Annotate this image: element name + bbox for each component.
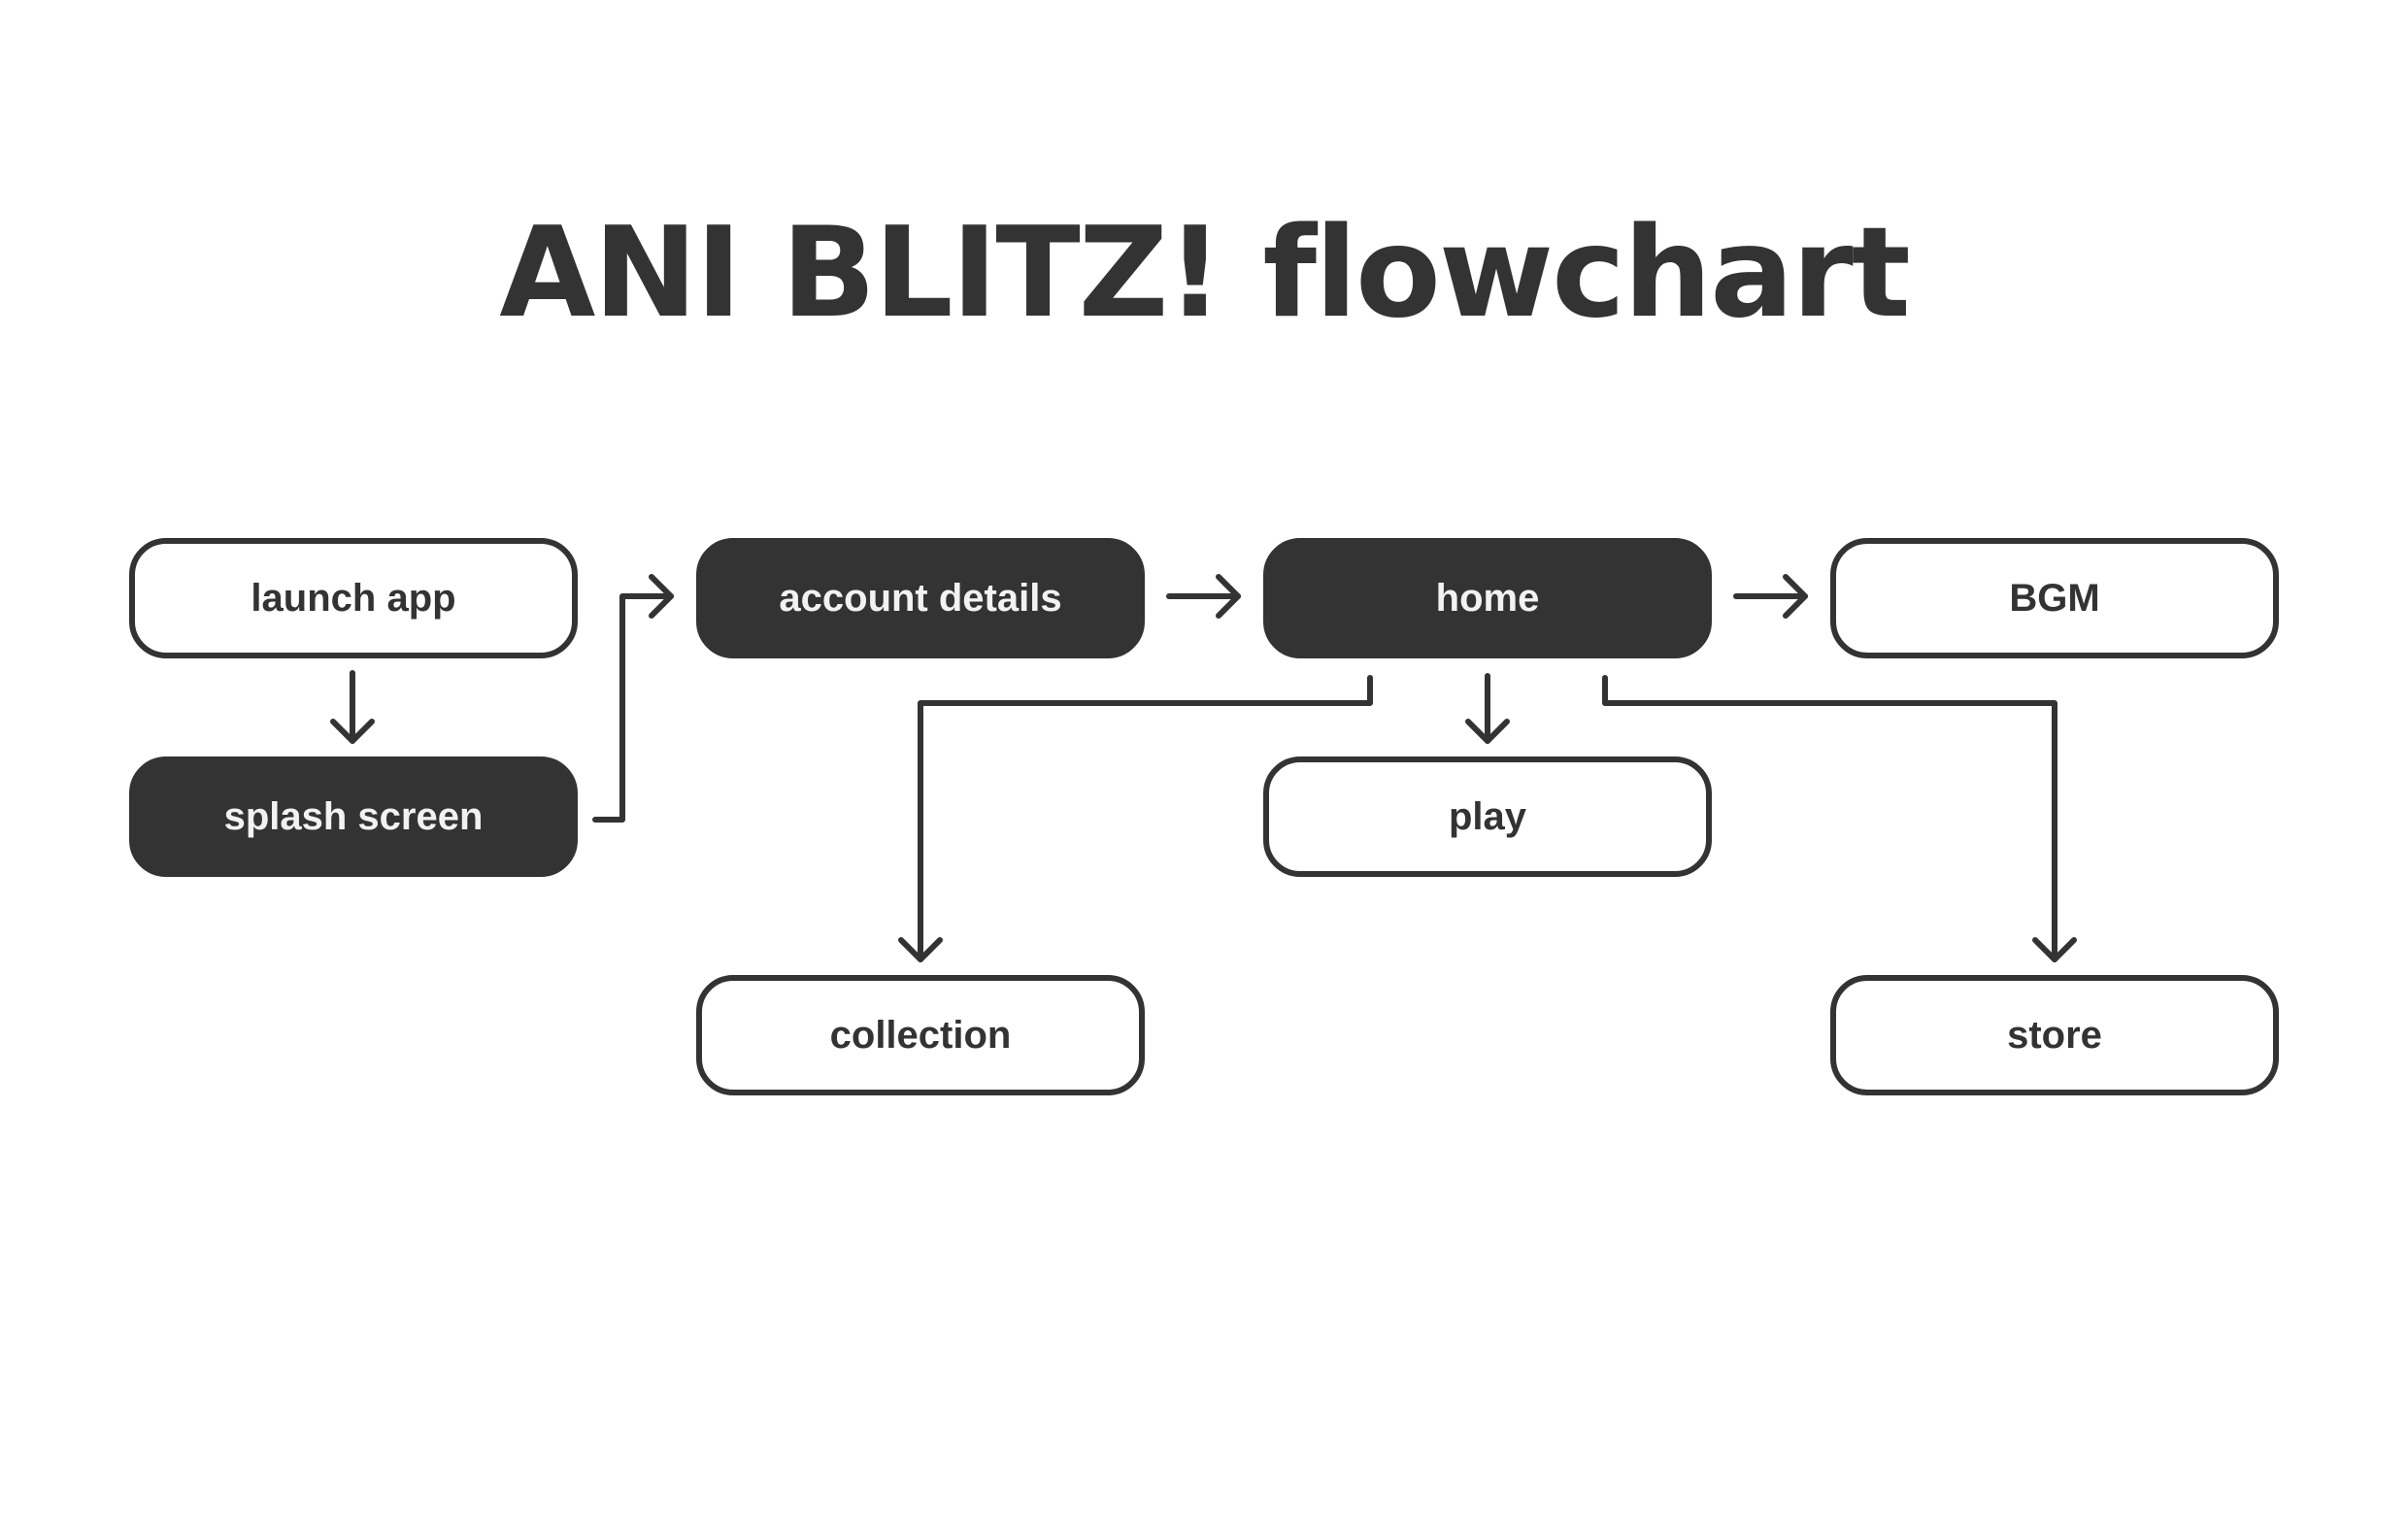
- node-play[interactable]: play: [1263, 756, 1712, 877]
- node-collection[interactable]: collection: [696, 975, 1145, 1095]
- node-label: store: [2007, 1013, 2102, 1057]
- node-account-details[interactable]: account details: [696, 538, 1145, 658]
- node-splash-screen[interactable]: splash screen: [129, 756, 578, 877]
- edge-home-to-bgm: [1733, 574, 1808, 619]
- node-bgm[interactable]: BGM: [1830, 538, 2279, 658]
- edge-splash-to-account: [592, 574, 674, 823]
- edge-account-to-home: [1166, 574, 1241, 619]
- node-label: collection: [829, 1013, 1012, 1057]
- node-store[interactable]: store: [1830, 975, 2279, 1095]
- edge-home-to-play: [1465, 673, 1510, 744]
- node-label: home: [1435, 576, 1540, 620]
- node-label: BGM: [2009, 576, 2100, 620]
- edge-line: [592, 593, 674, 823]
- node-home[interactable]: home: [1263, 538, 1712, 658]
- node-label: launch app: [251, 576, 456, 620]
- node-label: account details: [779, 576, 1062, 620]
- node-label: play: [1448, 794, 1527, 838]
- node-launch-app[interactable]: launch app: [129, 538, 578, 658]
- node-label: splash screen: [223, 794, 484, 838]
- edge-launch-to-splash: [330, 670, 375, 744]
